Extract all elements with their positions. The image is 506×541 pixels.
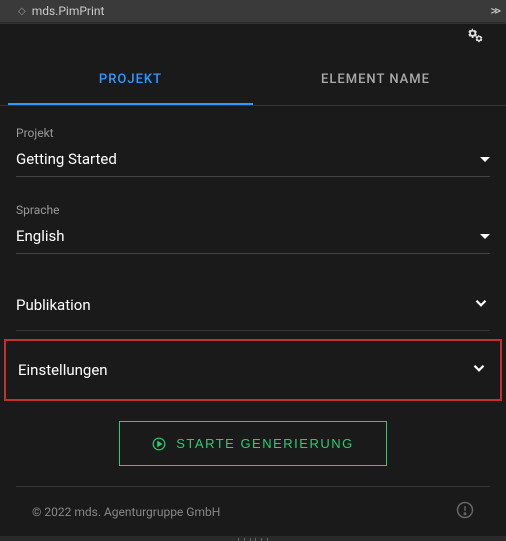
- tab-projekt[interactable]: PROJEKT: [8, 56, 253, 105]
- diamond-icon: ◇: [18, 6, 26, 17]
- sprache-value: English: [16, 227, 65, 245]
- tab-bar: PROJEKT ELEMENT NAME: [0, 56, 506, 106]
- footer: © 2022 mds. Agenturgruppe GmbH: [16, 486, 490, 536]
- tab-element-name[interactable]: ELEMENT NAME: [253, 56, 498, 105]
- alert-icon[interactable]: [456, 501, 474, 522]
- copyright-text: © 2022 mds. Agenturgruppe GmbH: [32, 505, 220, 519]
- projekt-field-group: Projekt Getting Started: [16, 126, 490, 177]
- sprache-field-group: Sprache English: [16, 203, 490, 254]
- projekt-label: Projekt: [16, 126, 490, 140]
- generate-button-label: STARTE GENERIERUNG: [176, 436, 353, 451]
- chevron-down-icon: [470, 359, 488, 381]
- accordion-einstellungen-label: Einstellungen: [18, 361, 108, 379]
- caret-down-icon: [480, 234, 490, 239]
- play-icon: [152, 437, 166, 451]
- chevron-down-icon: [472, 294, 490, 316]
- accordion-einstellungen[interactable]: Einstellungen: [4, 339, 502, 401]
- resize-handle[interactable]: [0, 536, 506, 541]
- panel-title: mds.PimPrint: [32, 4, 105, 18]
- sprache-select[interactable]: English: [16, 223, 490, 254]
- generate-button[interactable]: STARTE GENERIERUNG: [119, 421, 386, 466]
- drag-handle-icon: [238, 538, 268, 540]
- header: [0, 23, 506, 56]
- accordion-publikation[interactable]: Publikation: [16, 280, 490, 331]
- chevron-right-icon[interactable]: >>: [490, 4, 498, 19]
- gears-icon[interactable]: [468, 28, 488, 52]
- accordion-publikation-label: Publikation: [16, 296, 91, 314]
- sprache-label: Sprache: [16, 203, 490, 217]
- panel-tab[interactable]: ◇ mds.PimPrint: [8, 0, 114, 22]
- projekt-value: Getting Started: [16, 150, 117, 168]
- content-area: Projekt Getting Started Sprache English …: [0, 106, 506, 536]
- titlebar: ◇ mds.PimPrint >>: [0, 0, 506, 23]
- caret-down-icon: [480, 157, 490, 162]
- projekt-select[interactable]: Getting Started: [16, 146, 490, 177]
